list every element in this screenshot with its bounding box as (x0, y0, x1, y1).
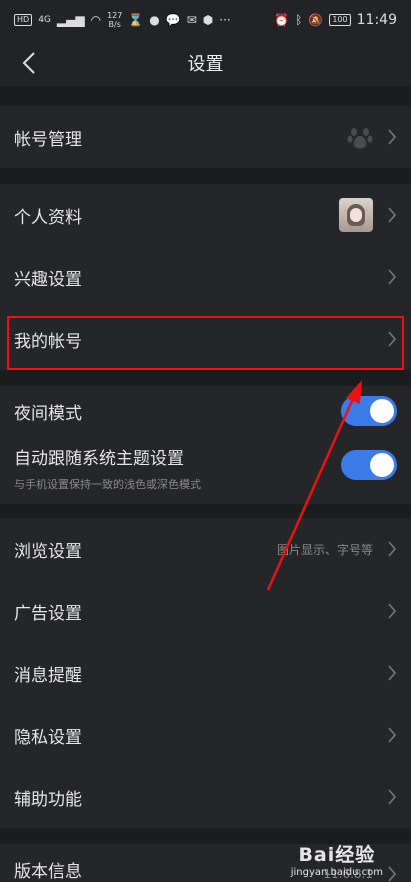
follow-system-toggle[interactable] (341, 450, 397, 480)
wifi-icon: ◠ (90, 13, 102, 27)
messages-label: 消息提醒 (14, 665, 82, 686)
network-speed: 127 B/s (107, 11, 122, 29)
chevron-right-icon (388, 331, 397, 347)
speed-unit: B/s (108, 20, 121, 29)
interests-row[interactable]: 兴趣设置 (0, 246, 411, 308)
browse-label: 浏览设置 (14, 541, 82, 562)
accessibility-label: 辅助功能 (14, 789, 82, 810)
privacy-label: 隐私设置 (14, 727, 82, 748)
chevron-right-icon (388, 789, 397, 805)
status-bar: HD 4G ▂▄▆ ◠ 127 B/s ⌛ ● 💬 ✉ ⬢ ··· ⏰ ᛒ 🔕 … (0, 0, 411, 40)
mute-icon: 🔕 (308, 13, 324, 27)
qq-icon: ● (149, 13, 160, 27)
profile-label: 个人资料 (14, 207, 82, 228)
privacy-row[interactable]: 隐私设置 (0, 704, 411, 766)
battery-indicator: 100 (329, 14, 351, 26)
chat-icon: 💬 (165, 13, 181, 27)
alarm-icon: ⏰ (274, 13, 290, 27)
night-mode-toggle[interactable] (341, 396, 397, 426)
interests-label: 兴趣设置 (14, 269, 82, 290)
chevron-right-icon (388, 541, 397, 557)
my-account-row[interactable]: 我的帐号 (0, 308, 411, 370)
accessibility-row[interactable]: 辅助功能 (0, 766, 411, 828)
account-manage-label: 帐号管理 (14, 129, 82, 150)
avatar (339, 198, 373, 232)
page-title: 设置 (187, 54, 224, 75)
profile-row[interactable]: 个人资料 (0, 184, 411, 246)
night-mode-row: 夜间模式 (0, 380, 411, 442)
network-type: 4G (38, 15, 51, 25)
watermark-url: jingyan.baidu.com (290, 867, 383, 878)
clock: 11:49 (356, 12, 397, 28)
bluetooth-icon: ᛒ (295, 13, 303, 27)
ads-row[interactable]: 广告设置 (0, 580, 411, 642)
follow-system-label: 自动跟随系统主题设置 (14, 448, 184, 469)
more-icon: ··· (219, 13, 231, 27)
browse-row[interactable]: 浏览设置 图片显示、字号等 (0, 518, 411, 580)
ads-label: 广告设置 (14, 603, 82, 624)
baidu-watermark: Bai经验 jingyan.baidu.com (291, 840, 383, 878)
night-mode-label: 夜间模式 (14, 403, 82, 424)
header: 设置 (0, 40, 411, 86)
watermark-brand: Bai经验 (298, 844, 376, 866)
my-account-label: 我的帐号 (14, 331, 82, 352)
chevron-right-icon (388, 269, 397, 285)
version-label: 版本信息 (14, 862, 82, 882)
chevron-right-icon (388, 129, 397, 145)
follow-system-hint: 与手机设置保持一致的浅色或深色模式 (14, 478, 201, 491)
speed-value: 127 (107, 11, 123, 20)
back-arrow-icon[interactable] (18, 50, 42, 76)
chevron-right-icon (388, 207, 397, 223)
hd-badge: HD (14, 14, 33, 26)
baidu-paw-icon (347, 128, 373, 149)
chevron-right-icon (388, 727, 397, 743)
chevron-right-icon (388, 866, 397, 882)
hourglass-icon: ⌛ (128, 13, 144, 27)
shield-icon: ⬢ (202, 13, 214, 27)
mail-icon: ✉ (186, 13, 197, 27)
chevron-right-icon (388, 665, 397, 681)
messages-row[interactable]: 消息提醒 (0, 642, 411, 704)
signal-icon: ▂▄▆ (56, 13, 85, 27)
chevron-right-icon (388, 603, 397, 619)
browse-subtitle: 图片显示、字号等 (276, 542, 373, 557)
account-manage-row[interactable]: 帐号管理 (0, 106, 411, 168)
